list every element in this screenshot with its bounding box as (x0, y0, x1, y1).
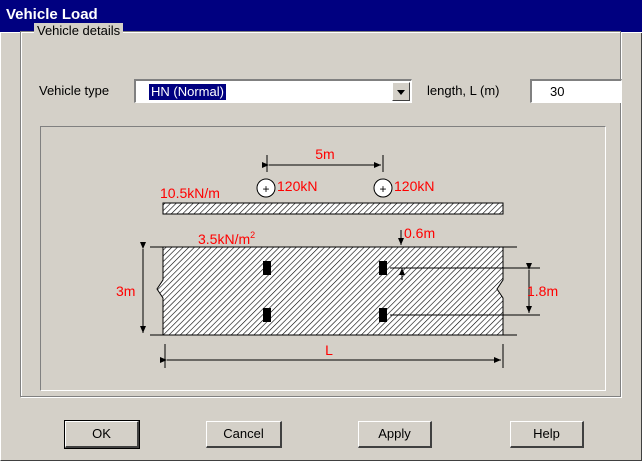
vehicle-type-label: Vehicle type (39, 83, 110, 98)
group-label: Vehicle details (34, 23, 124, 38)
cancel-button[interactable]: Cancel (206, 421, 282, 448)
window-title: Vehicle Load (6, 6, 98, 23)
length-input[interactable]: 30 (530, 79, 622, 103)
chevron-down-icon[interactable] (392, 82, 410, 101)
vehicle-type-value: HN (Normal) (149, 84, 226, 100)
length-value: 30 (550, 84, 565, 99)
apply-button[interactable]: Apply (358, 421, 432, 448)
vehicle-type-select[interactable]: HN (Normal) (134, 79, 412, 103)
ok-button[interactable]: OK (64, 420, 140, 449)
vehicle-load-diagram (40, 126, 606, 391)
length-label: length, L (m) (427, 83, 500, 98)
help-button[interactable]: Help (510, 421, 584, 448)
